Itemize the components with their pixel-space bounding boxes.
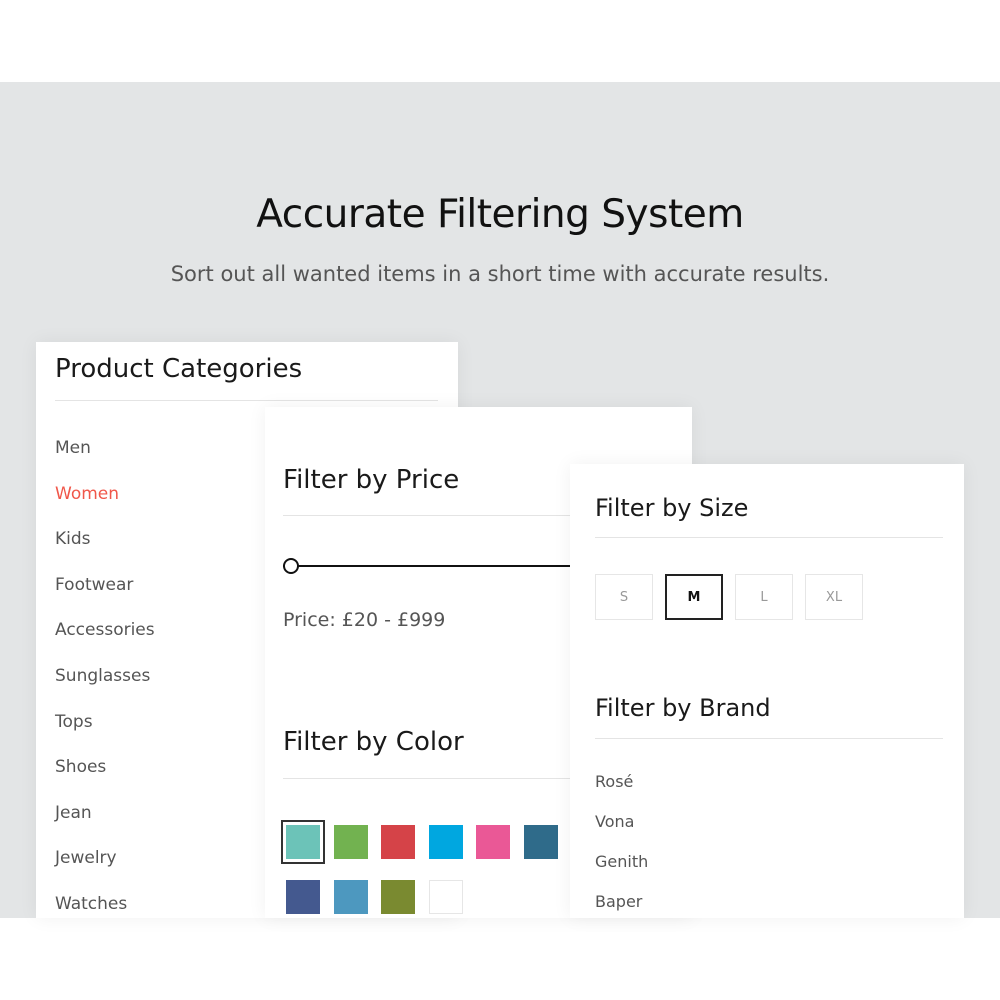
page: Accurate Filtering System Sort out all w… xyxy=(0,0,1000,1000)
color-swatch[interactable] xyxy=(381,825,415,859)
price-range-label: Price: £20 - £999 xyxy=(283,609,446,631)
panel-title: Filter by Size xyxy=(595,494,749,522)
size-brand-panel: Filter by Size S M L XL Filter by Brand Ros… xyxy=(570,464,964,918)
color-swatch[interactable] xyxy=(476,825,510,859)
sidebar-item-women[interactable]: Women xyxy=(55,484,119,504)
panel-title: Filter by Brand xyxy=(595,694,771,722)
size-option-xl[interactable]: XL xyxy=(805,574,863,620)
brand-item[interactable]: Vona xyxy=(595,812,634,831)
page-subtitle: Sort out all wanted items in a short tim… xyxy=(170,262,830,286)
background: Accurate Filtering System Sort out all w… xyxy=(0,82,1000,918)
brand-item[interactable]: Genith xyxy=(595,852,648,871)
sidebar-item-sunglasses[interactable]: Sunglasses xyxy=(55,666,150,686)
sidebar-item-men[interactable]: Men xyxy=(55,438,91,458)
sidebar-item-jewelry[interactable]: Jewelry xyxy=(55,848,117,868)
color-swatch[interactable] xyxy=(333,880,368,914)
divider xyxy=(595,738,943,739)
divider xyxy=(283,778,583,779)
page-title: Accurate Filtering System xyxy=(256,192,744,237)
price-slider-track[interactable] xyxy=(283,565,583,567)
price-slider-handle[interactable] xyxy=(283,558,299,574)
divider xyxy=(595,537,943,538)
sidebar-item-shoes[interactable]: Shoes xyxy=(55,757,106,777)
sidebar-item-accessories[interactable]: Accessories xyxy=(55,620,155,640)
color-swatch[interactable] xyxy=(381,880,415,914)
color-swatch[interactable] xyxy=(428,825,463,859)
size-option-s[interactable]: S xyxy=(595,574,653,620)
color-swatch[interactable] xyxy=(523,825,558,859)
color-swatch[interactable] xyxy=(286,880,320,914)
color-swatch[interactable] xyxy=(333,825,368,859)
sidebar-item-jean[interactable]: Jean xyxy=(55,803,92,823)
panel-title: Filter by Price xyxy=(283,465,460,495)
color-swatch[interactable] xyxy=(281,820,325,864)
panel-title: Product Categories xyxy=(55,354,303,384)
sidebar-item-watches[interactable]: Watches xyxy=(55,894,127,914)
brand-item[interactable]: Baper xyxy=(595,892,642,911)
divider xyxy=(55,400,438,401)
size-option-m[interactable]: M xyxy=(665,574,723,620)
panel-title: Filter by Color xyxy=(283,727,464,757)
sidebar-item-tops[interactable]: Tops xyxy=(55,712,93,732)
divider xyxy=(283,515,583,516)
sidebar-item-footwear[interactable]: Footwear xyxy=(55,575,133,595)
size-option-l[interactable]: L xyxy=(735,574,793,620)
brand-item[interactable]: Rosé xyxy=(595,772,633,791)
sidebar-item-kids[interactable]: Kids xyxy=(55,529,91,549)
color-swatch[interactable] xyxy=(428,880,463,914)
